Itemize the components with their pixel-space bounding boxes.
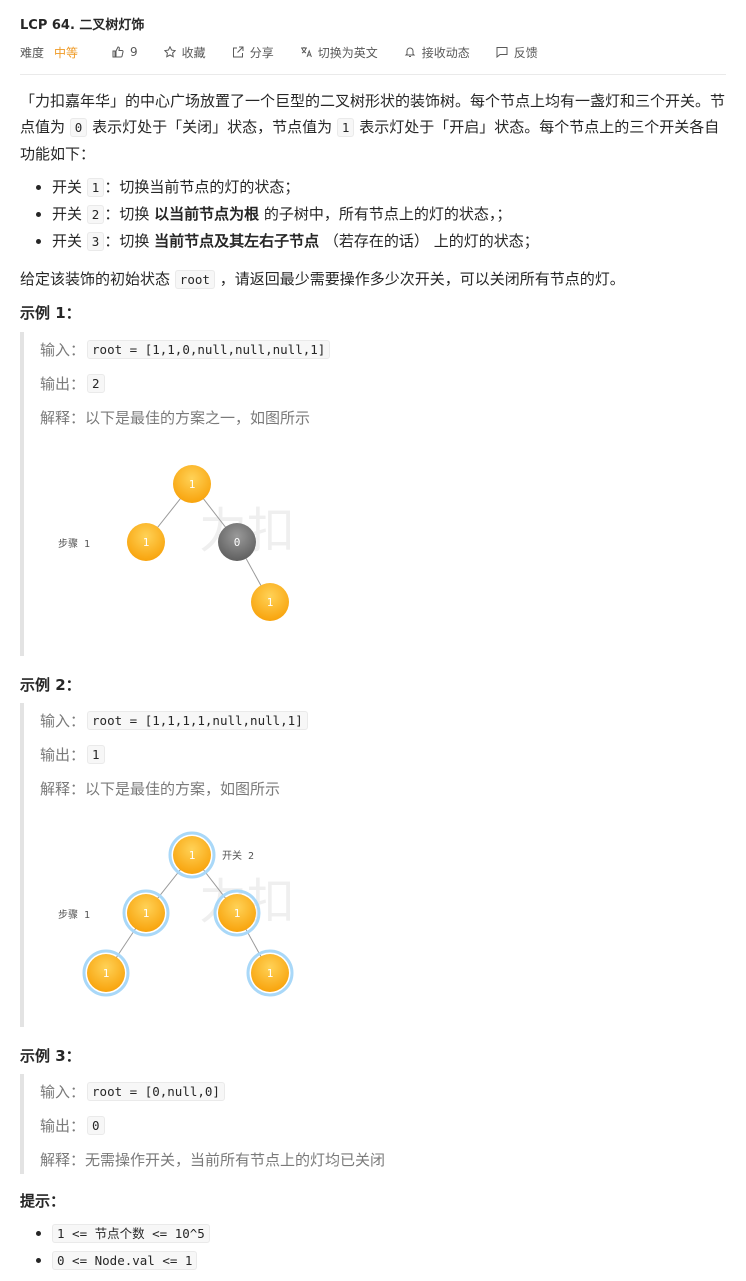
example-3-heading: 示例 3： (20, 1047, 81, 1065)
switch-label: 开关 2 (222, 849, 254, 862)
switch-language-button[interactable]: 切换为英文 (300, 44, 378, 61)
example-input: root = [0,null,0] (87, 1081, 225, 1101)
example-1-block: 输入： root = [1,1,0,null,null,null,1] 输出： 2 … (20, 332, 740, 656)
inline-code: 1 (336, 118, 355, 137)
step-label: 步骤 1 (58, 538, 90, 550)
tips-list: 1 <= 节点个数 <= 10^5 0 <= Node.val <= 1 (32, 1220, 210, 1274)
tree-figure-2: 力扣 步骤 1 开关 2 1 1 1 1 1 (58, 831, 295, 997)
problem-meta-bar: 难度 中等 9 收藏 分享 切换为英文 接收动态 反馈 (20, 43, 564, 61)
problem-title: LCP 64. 二叉树灯饰 (20, 18, 145, 33)
thumbs-up-icon (112, 46, 124, 58)
feedback-label: 反馈 (513, 45, 538, 60)
tree-node-value: 1 (234, 907, 241, 920)
example-input: root = [1,1,1,1,null,null,1] (87, 710, 308, 730)
list-item: 开关 2：切换 以当前节点为根 的子树中，所有节点上的灯的状态，； (52, 201, 539, 228)
share-icon (232, 46, 244, 58)
tree-node-value: 1 (103, 967, 110, 980)
translate-icon (300, 47, 312, 58)
difficulty-badge: 中等 (54, 45, 79, 60)
example-output: 2 (87, 373, 105, 393)
like-count: 9 (130, 45, 138, 59)
tree-figure-1: 力扣 步骤 1 1 1 0 1 (58, 465, 295, 621)
example-explanation: 以下是最佳的方案之一，如图所示 (85, 408, 311, 427)
tree-node-value: 1 (267, 967, 274, 980)
example-2-block: 输入： root = [1,1,1,1,null,null,1] 输出： 1 解释：… (20, 703, 740, 1027)
like-button[interactable]: 9 (112, 45, 138, 59)
step-label: 步骤 1 (58, 909, 90, 921)
list-item: 1 <= 节点个数 <= 10^5 (52, 1220, 210, 1247)
example-explanation: 以下是最佳的方案，如图所示 (85, 779, 281, 798)
list-item: 0 <= Node.val <= 1 (52, 1247, 210, 1274)
example-1-heading: 示例 1： (20, 304, 81, 322)
share-button[interactable]: 分享 (232, 44, 274, 61)
switch-list: 开关 1：切换当前节点的灯的状态； 开关 2：切换 以当前节点为根 的子树中，所… (32, 174, 539, 255)
subscribe-button[interactable]: 接收动态 (404, 44, 470, 61)
tips-heading: 提示： (20, 1192, 66, 1210)
difficulty-label: 难度 (20, 45, 45, 60)
share-label: 分享 (249, 45, 274, 60)
example-2-heading: 示例 2： (20, 676, 81, 694)
favorite-button[interactable]: 收藏 (163, 44, 206, 61)
example-explanation: 无需操作开关，当前所有节点上的灯均已关闭 (85, 1150, 386, 1169)
example-output: 0 (87, 1115, 105, 1135)
feedback-button[interactable]: 反馈 (496, 44, 538, 61)
tree-node-value: 1 (267, 596, 274, 609)
example-input: root = [1,1,0,null,null,null,1] (87, 339, 331, 359)
tree-node-value: 1 (143, 907, 150, 920)
example-3-block: 输入： root = [0,null,0] 输出： 0 解释： 无需操作开关，当前所有… (20, 1074, 740, 1174)
list-item: 开关 3：切换 当前节点及其左右子节点 （若存在的话） 上的灯的状态； (52, 228, 539, 255)
example-output: 1 (87, 744, 105, 764)
tree-node-value: 1 (189, 478, 196, 491)
star-icon (163, 46, 176, 58)
divider (20, 74, 726, 75)
tree-node-value: 1 (189, 849, 196, 862)
task-paragraph: 给定该装饰的初始状态 root ，请返回最少需要操作多少次开关，可以关闭所有节点… (20, 270, 625, 289)
inline-code: 0 (69, 118, 88, 137)
bell-icon (404, 47, 415, 57)
favorite-label: 收藏 (181, 45, 206, 60)
description-paragraph: 「力扣嘉年华」的中心广场放置了一个巨型的二叉树形状的装饰树。每个节点上均有一盏灯… (20, 92, 726, 163)
switch-language-label: 切换为英文 (317, 45, 378, 60)
feedback-icon (496, 47, 508, 58)
subscribe-label: 接收动态 (421, 45, 470, 60)
tree-node-value: 0 (234, 536, 241, 549)
tree-node-value: 1 (143, 536, 150, 549)
list-item: 开关 1：切换当前节点的灯的状态； (52, 174, 539, 201)
